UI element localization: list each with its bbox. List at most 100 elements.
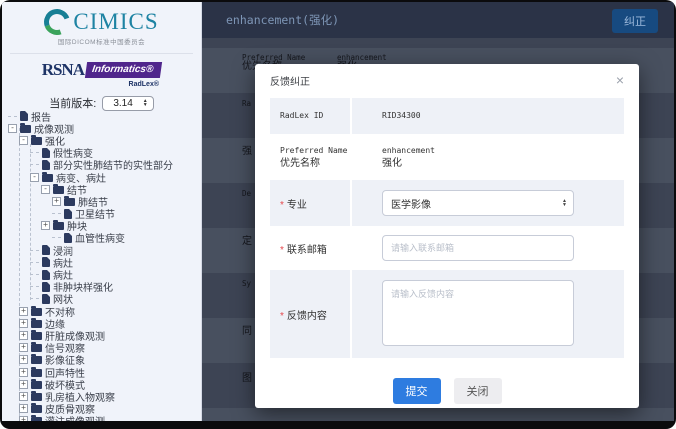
tree-expander-icon[interactable]: +: [19, 343, 28, 352]
tree-item[interactable]: 浸润: [8, 244, 199, 256]
rsna-radlex-logo: RSNA Informatics® RadLex®: [2, 61, 201, 88]
tree-item-label: 成像观测: [34, 122, 74, 134]
tree-item[interactable]: 假性病变: [8, 147, 199, 159]
tree-item-label: 强化: [45, 134, 65, 146]
tree-expander-icon[interactable]: +: [19, 404, 28, 413]
specialty-select[interactable]: 医学影像 ▲▼: [382, 190, 574, 216]
tree-expander-icon[interactable]: +: [19, 380, 28, 389]
tree-item[interactable]: 血管性病变: [8, 232, 199, 244]
file-icon: [42, 245, 50, 255]
tree-item[interactable]: 网状: [8, 293, 199, 305]
tree-item[interactable]: 非肿块样强化: [8, 281, 199, 293]
version-select[interactable]: 3.14 ▲▼: [102, 96, 153, 111]
tree-item[interactable]: 报告: [8, 110, 199, 122]
tree-item[interactable]: +影像征象: [8, 354, 199, 366]
tree-expander-icon[interactable]: +: [52, 197, 61, 206]
file-icon: [42, 294, 50, 304]
folder-icon: [31, 308, 42, 316]
file-icon: [42, 160, 50, 170]
tree-expander-icon[interactable]: +: [19, 368, 28, 377]
tree-item-label: 回声特性: [45, 366, 85, 378]
clipped-detail-label: 定: [242, 232, 255, 247]
tree-expander-icon[interactable]: -: [41, 185, 50, 194]
tree-expander-icon[interactable]: -: [30, 173, 39, 182]
version-value: 3.14: [113, 98, 132, 109]
tree-item[interactable]: + 信号观察: [8, 342, 199, 354]
tree-item[interactable]: +皮质骨观察: [8, 403, 199, 415]
tree-item[interactable]: + 肿块: [8, 220, 199, 232]
select-arrows-icon: ▲▼: [143, 99, 148, 108]
file-icon: [42, 257, 50, 267]
tree-item[interactable]: +边缘: [8, 317, 199, 329]
tree-item[interactable]: 病灶: [8, 256, 199, 268]
feedback-modal: 反馈纠正 × RadLex ID RID34300 Preferred Name…: [255, 64, 639, 408]
tree-item[interactable]: + 回声特性: [8, 366, 199, 378]
version-label: 当前版本:: [49, 95, 96, 111]
specialty-selected-value: 医学影像: [391, 196, 431, 211]
modal-row-preferred-name: Preferred Name 优先名称 enhancement 强化: [270, 134, 624, 180]
tree-item-label: 假性病变: [53, 147, 93, 159]
detail-row-stripe: [202, 408, 674, 421]
folder-icon: [31, 417, 42, 421]
close-icon[interactable]: ×: [616, 73, 624, 87]
tree-connector-dash: [30, 250, 39, 251]
tree-expander-icon[interactable]: +: [41, 221, 50, 230]
tree-item[interactable]: 病灶: [8, 268, 199, 280]
terminology-tree: 报告-成像观测-强化假性病变部分实性肺结节的实性部分-病变、病灶-结节+肺结节卫…: [8, 110, 199, 421]
tree-item[interactable]: + 破坏模式: [8, 378, 199, 390]
tree-expander-icon[interactable]: +: [19, 307, 28, 316]
main-content: enhancement(强化) 纠正 Preferred Name 优先名称 e…: [202, 2, 674, 421]
tree-expander-icon[interactable]: +: [19, 416, 28, 421]
tree-item-label: 血管性病变: [75, 232, 125, 244]
tree-item-label: 结节: [67, 183, 87, 195]
correct-button[interactable]: 纠正: [612, 9, 658, 33]
tree-item[interactable]: + 乳房植入物观察: [8, 390, 199, 402]
specialty-label: *专业: [270, 180, 350, 226]
file-icon: [42, 270, 50, 280]
tree-item[interactable]: +肝脏成像观测: [8, 329, 199, 341]
folder-icon: [31, 344, 42, 352]
tree-item-label: 灌注成像观测: [45, 415, 105, 421]
tree-expander-icon[interactable]: -: [19, 136, 28, 145]
tree-item[interactable]: - 成像观测: [8, 122, 199, 134]
folder-icon: [20, 125, 31, 133]
tree-expander-icon[interactable]: +: [19, 331, 28, 340]
submit-button[interactable]: 提交: [393, 378, 441, 404]
tree-item-label: 肿块: [67, 220, 87, 232]
tree-expander-icon[interactable]: +: [19, 392, 28, 401]
tree-connector-dash: [52, 213, 61, 214]
app-window: CIMICS 国际DICOM标准中国委员会 RSNA Informatics® …: [0, 0, 676, 429]
modal-title: 反馈纠正: [270, 73, 310, 88]
tree-item[interactable]: +不对称: [8, 305, 199, 317]
required-asterisk: *: [280, 245, 284, 256]
tree-item[interactable]: +肺结节: [8, 195, 199, 207]
tree-item-label: 乳房植入物观察: [45, 390, 115, 402]
feedback-textarea[interactable]: [382, 280, 574, 346]
tree-item-label: 病变、病灶: [56, 171, 106, 183]
required-asterisk: *: [280, 311, 284, 322]
tree-item[interactable]: - 强化: [8, 134, 199, 146]
tree-expander-icon[interactable]: +: [19, 319, 28, 328]
tree-expander-icon[interactable]: -: [8, 124, 17, 133]
tree-expander-icon[interactable]: +: [19, 355, 28, 364]
app-content: CIMICS 国际DICOM标准中国委员会 RSNA Informatics® …: [2, 2, 674, 421]
tree-item-label: 破坏模式: [45, 378, 85, 390]
tree-item-label: 病灶: [53, 256, 73, 268]
tree-item-label: 信号观察: [45, 342, 85, 354]
radlex-id-label: RadLex ID: [270, 98, 350, 134]
modal-header: 反馈纠正 ×: [255, 64, 639, 96]
page-title: enhancement(强化): [226, 2, 339, 38]
cimics-logo: CIMICS 国际DICOM标准中国委员会: [2, 2, 201, 46]
tree-item-label: 报告: [31, 110, 51, 122]
tree-item[interactable]: - 结节: [8, 183, 199, 195]
folder-icon: [31, 332, 42, 340]
tree-item[interactable]: 卫星结节: [8, 208, 199, 220]
tree-item[interactable]: - 病变、病灶: [8, 171, 199, 183]
tree-connector-dash: [30, 262, 39, 263]
close-button[interactable]: 关闭: [454, 378, 502, 404]
tree-item[interactable]: 部分实性肺结节的实性部分: [8, 159, 199, 171]
email-input[interactable]: [382, 235, 574, 261]
tree-item-label: 部分实性肺结节的实性部分: [53, 159, 173, 171]
informatics-logo-badge: Informatics®: [85, 62, 163, 78]
tree-item[interactable]: + 灌注成像观测: [8, 415, 199, 421]
